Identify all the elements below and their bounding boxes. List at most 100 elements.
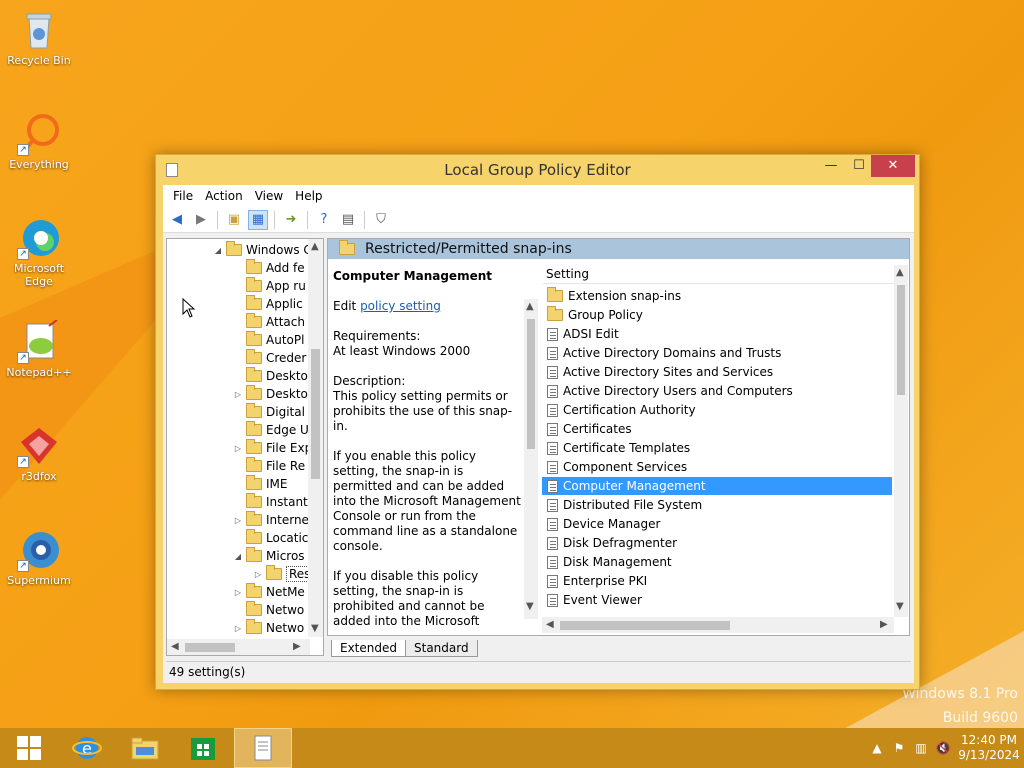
maximize-button[interactable]: ☐ [844, 155, 874, 177]
scroll-down-icon[interactable]: ▼ [896, 601, 904, 612]
menu-view[interactable]: View [249, 189, 289, 203]
scroll-down-icon[interactable]: ▼ [526, 601, 534, 612]
tree-item[interactable]: Instant [233, 493, 308, 511]
folder-icon [246, 313, 262, 328]
tree-item[interactable]: App ru [233, 277, 306, 295]
taskbar-file-explorer[interactable] [116, 728, 174, 768]
list-item[interactable]: Device Manager [542, 515, 892, 533]
list-item[interactable]: Certificate Templates [542, 439, 892, 457]
tree-item[interactable]: ▷ File Exp [233, 439, 312, 457]
minimize-button[interactable]: — [816, 155, 846, 177]
description-scrollbar[interactable]: ▲ ▼ [524, 299, 538, 619]
title-bar[interactable]: Local Group Policy Editor — ☐ ✕ [156, 155, 919, 185]
tree-item[interactable]: Add fe [233, 259, 305, 277]
tab-extended[interactable]: Extended [331, 640, 406, 657]
policy-setting-icon [547, 365, 558, 379]
tree-item[interactable]: ▷ Deskto [233, 385, 308, 403]
list-item[interactable]: Certification Authority [542, 401, 892, 419]
show-hide-tree-icon[interactable]: ▦ [248, 209, 268, 230]
desktop-icon-recycle-bin[interactable]: Recycle Bin [4, 8, 74, 67]
close-button[interactable]: ✕ [871, 155, 915, 177]
tree-item[interactable]: File Re [233, 457, 305, 475]
tree-item[interactable]: ▷ NetMe [233, 583, 305, 601]
edit-policy-link[interactable]: policy setting [360, 299, 441, 313]
forward-arrow-icon[interactable]: ▶ [191, 210, 211, 230]
tree-item[interactable]: IME [233, 475, 287, 493]
menu-help[interactable]: Help [289, 189, 328, 203]
column-header-setting[interactable]: Setting [543, 264, 895, 284]
tree-item[interactable]: ◢ Micros [233, 547, 305, 565]
scroll-left-icon[interactable]: ◀ [171, 641, 179, 652]
tree-vertical-scrollbar[interactable]: ▲ ▼ [308, 239, 323, 637]
list-vertical-scrollbar[interactable]: ▲ ▼ [894, 265, 908, 617]
scroll-up-icon[interactable]: ▲ [311, 241, 319, 252]
menu-file[interactable]: File [167, 189, 199, 203]
tree-item[interactable]: Netwo [233, 601, 304, 619]
help-icon[interactable]: ? [314, 210, 334, 230]
tree-item[interactable]: Creder [233, 349, 306, 367]
export-list-icon[interactable]: ➜ [281, 210, 301, 230]
list-horizontal-scrollbar[interactable]: ◀ ▶ [542, 617, 894, 633]
tree-item[interactable]: ◢ Windows C [213, 241, 312, 259]
start-button[interactable] [0, 728, 58, 768]
list-item[interactable]: Enterprise PKI [542, 572, 892, 590]
scroll-right-icon[interactable]: ▶ [880, 619, 888, 630]
network-icon[interactable]: ▥ [910, 741, 932, 755]
desktop-icon-supermium[interactable]: ↗ Supermium [4, 528, 74, 587]
back-arrow-icon[interactable]: ◀ [167, 210, 187, 230]
list-item-selected[interactable]: Computer Management [542, 477, 892, 495]
tree-item[interactable]: Edge U [233, 421, 309, 439]
scroll-left-icon[interactable]: ◀ [546, 619, 554, 630]
tree-item[interactable]: ▷ Interne [233, 511, 309, 529]
taskbar-group-policy-editor[interactable] [234, 728, 292, 768]
tree-item[interactable]: Digital [233, 403, 305, 421]
scroll-thumb[interactable] [897, 285, 905, 395]
taskbar-store[interactable] [174, 728, 232, 768]
list-item[interactable]: Disk Management [542, 553, 892, 571]
list-item[interactable]: Component Services [542, 458, 892, 476]
tree-item[interactable]: Attach [233, 313, 305, 331]
desktop-icon-label: Microsoft Edge [13, 262, 65, 288]
tree-item-selected[interactable]: ▷ Res [253, 565, 314, 583]
menu-action[interactable]: Action [199, 189, 249, 203]
tab-standard[interactable]: Standard [405, 640, 478, 657]
desktop-icon-edge[interactable]: ↗ Microsoft Edge [4, 216, 74, 288]
clock[interactable]: 12:40 PM 9/13/2024 [954, 733, 1024, 763]
tree-horizontal-scrollbar[interactable]: ◀ ▶ [167, 639, 310, 655]
tree-item[interactable]: AutoPl [233, 331, 304, 349]
list-item[interactable]: Active Directory Domains and Trusts [542, 344, 892, 362]
tree-item[interactable]: ▷ Netwo [233, 619, 304, 637]
list-item[interactable]: Disk Defragmenter [542, 534, 892, 552]
list-item[interactable]: Extension snap-ins [542, 287, 892, 305]
scroll-thumb[interactable] [311, 349, 320, 479]
scroll-thumb[interactable] [527, 319, 535, 449]
tree-item[interactable]: Applic [233, 295, 303, 313]
desktop-icon-notepadpp[interactable]: ↗ Notepad++ [4, 319, 74, 379]
desktop-icon-everything[interactable]: ↗ Everything [4, 112, 74, 171]
list-item[interactable]: Group Policy [542, 306, 892, 324]
scroll-right-icon[interactable]: ▶ [293, 641, 301, 652]
scroll-down-icon[interactable]: ▼ [311, 623, 319, 634]
scroll-thumb[interactable] [560, 621, 730, 630]
tree-item[interactable]: Locatic [233, 529, 308, 547]
list-item[interactable]: Distributed File System [542, 496, 892, 514]
list-item[interactable]: Event Viewer [542, 591, 892, 609]
toolbar-separator [274, 210, 275, 229]
list-item[interactable]: Active Directory Sites and Services [542, 363, 892, 381]
list-item[interactable]: ADSI Edit [542, 325, 892, 343]
list-item[interactable]: Certificates [542, 420, 892, 438]
tree-item[interactable]: Deskto [233, 367, 308, 385]
desktop-icon-r3dfox[interactable]: ↗ r3dfox [4, 424, 74, 483]
filter-icon[interactable]: ⛉ [371, 210, 391, 230]
properties-icon[interactable]: ▤ [338, 210, 358, 230]
volume-muted-icon[interactable]: 🔇 [932, 741, 954, 755]
scroll-up-icon[interactable]: ▲ [526, 301, 534, 312]
scroll-thumb[interactable] [185, 643, 235, 652]
up-folder-icon[interactable]: ▣ [224, 210, 244, 230]
scroll-up-icon[interactable]: ▲ [896, 267, 904, 278]
show-hidden-icons-icon[interactable]: ▲ [866, 741, 888, 755]
action-center-flag-icon[interactable]: ⚑ [888, 741, 910, 755]
list-item[interactable]: Active Directory Users and Computers [542, 382, 892, 400]
taskbar-internet-explorer[interactable]: e [58, 728, 116, 768]
edit-policy-line: Edit policy setting [333, 299, 441, 313]
